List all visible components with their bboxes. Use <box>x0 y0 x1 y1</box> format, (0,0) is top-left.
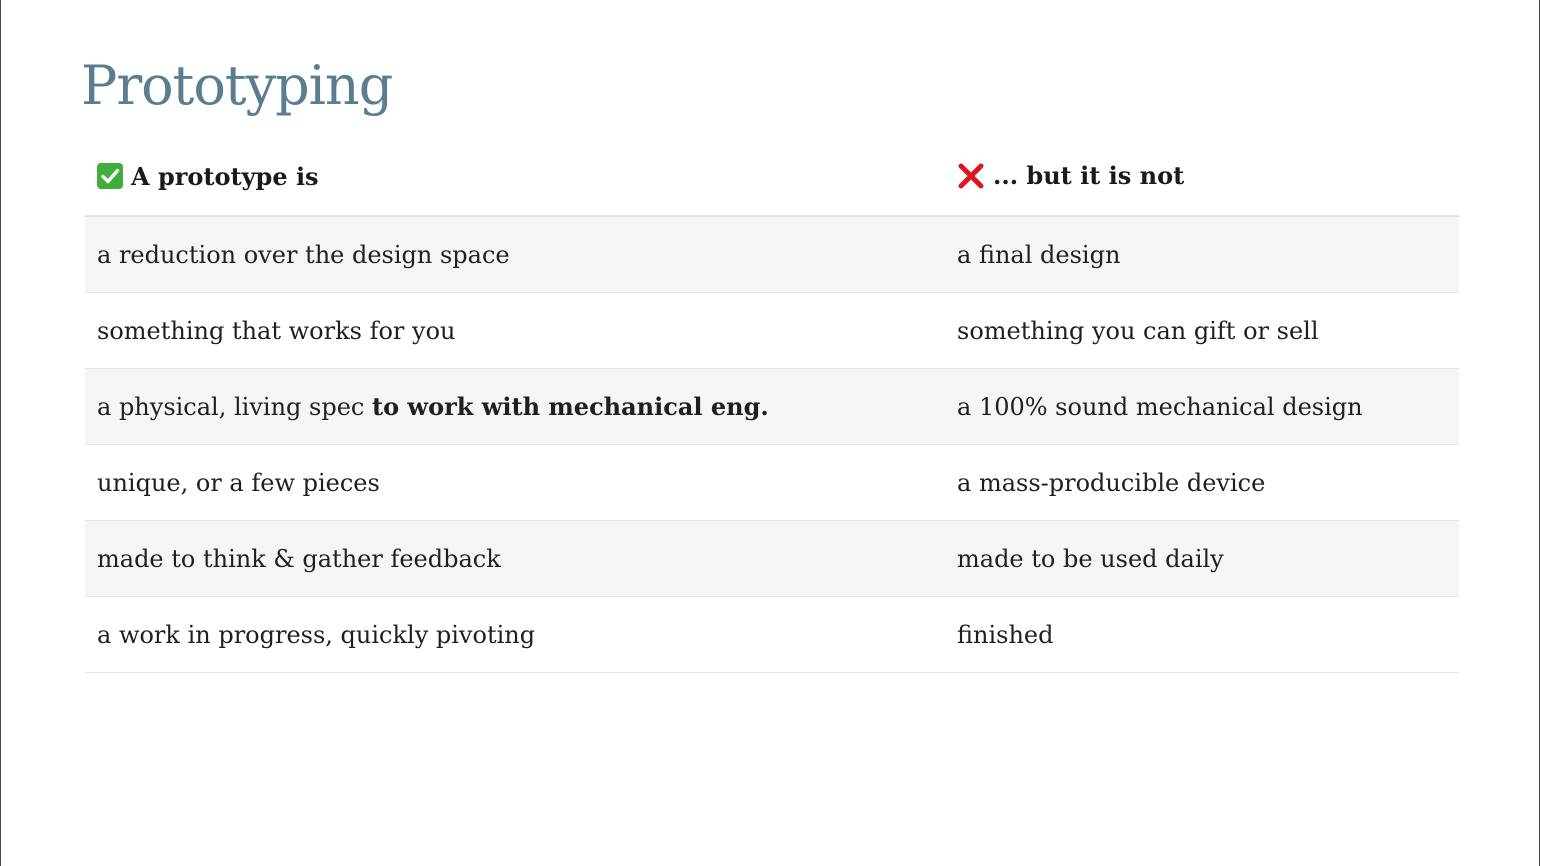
row-right-cell: a mass-producible device <box>945 444 1459 521</box>
table-header-row: A prototype is ... but it is not <box>85 142 1459 217</box>
row-left-cell: a physical, living spec to work with mec… <box>85 368 945 445</box>
table-row: made to think & gather feedback made to … <box>85 520 1459 597</box>
cross-mark-icon <box>957 162 985 190</box>
row-left-cell: made to think & gather feedback <box>85 520 945 597</box>
row-right-cell: made to be used daily <box>945 520 1459 597</box>
table-row: something that works for you something y… <box>85 292 1459 369</box>
check-mark-icon <box>97 163 123 190</box>
row-left-text: unique, or a few pieces <box>97 469 380 497</box>
table-row: a reduction over the design space a fina… <box>85 216 1459 293</box>
comparison-table: A prototype is ... but it is not a reduc… <box>85 142 1459 673</box>
table-row: a work in progress, quickly pivoting fin… <box>85 596 1459 673</box>
row-left-cell: unique, or a few pieces <box>85 444 945 521</box>
row-left-cell: a reduction over the design space <box>85 216 945 293</box>
row-left-text: a reduction over the design space <box>97 241 510 269</box>
row-left-text: a work in progress, quickly pivoting <box>97 621 536 649</box>
table-row: unique, or a few pieces a mass-producibl… <box>85 444 1459 521</box>
header-right: ... but it is not <box>945 142 1459 217</box>
row-right-cell: a final design <box>945 216 1459 293</box>
page-title: Prototyping <box>81 54 393 117</box>
row-right-cell: finished <box>945 596 1459 673</box>
row-left-text: a physical, living spec <box>97 393 372 421</box>
slide: Prototyping A prototype is ... but it is… <box>0 0 1540 866</box>
header-right-label: ... but it is not <box>993 161 1185 191</box>
row-left-bold-text: to work with mechanical eng. <box>371 392 769 421</box>
table-row: a physical, living spec to work with mec… <box>85 368 1459 445</box>
row-left-cell: something that works for you <box>85 292 945 369</box>
header-left-label: A prototype is <box>131 161 319 191</box>
row-left-cell: a work in progress, quickly pivoting <box>85 596 945 673</box>
row-left-text: made to think & gather feedback <box>97 545 501 573</box>
header-left: A prototype is <box>85 142 945 217</box>
row-right-cell: a 100% sound mechanical design <box>945 368 1459 445</box>
row-left-text: something that works for you <box>97 317 456 345</box>
row-right-cell: something you can gift or sell <box>945 292 1459 369</box>
